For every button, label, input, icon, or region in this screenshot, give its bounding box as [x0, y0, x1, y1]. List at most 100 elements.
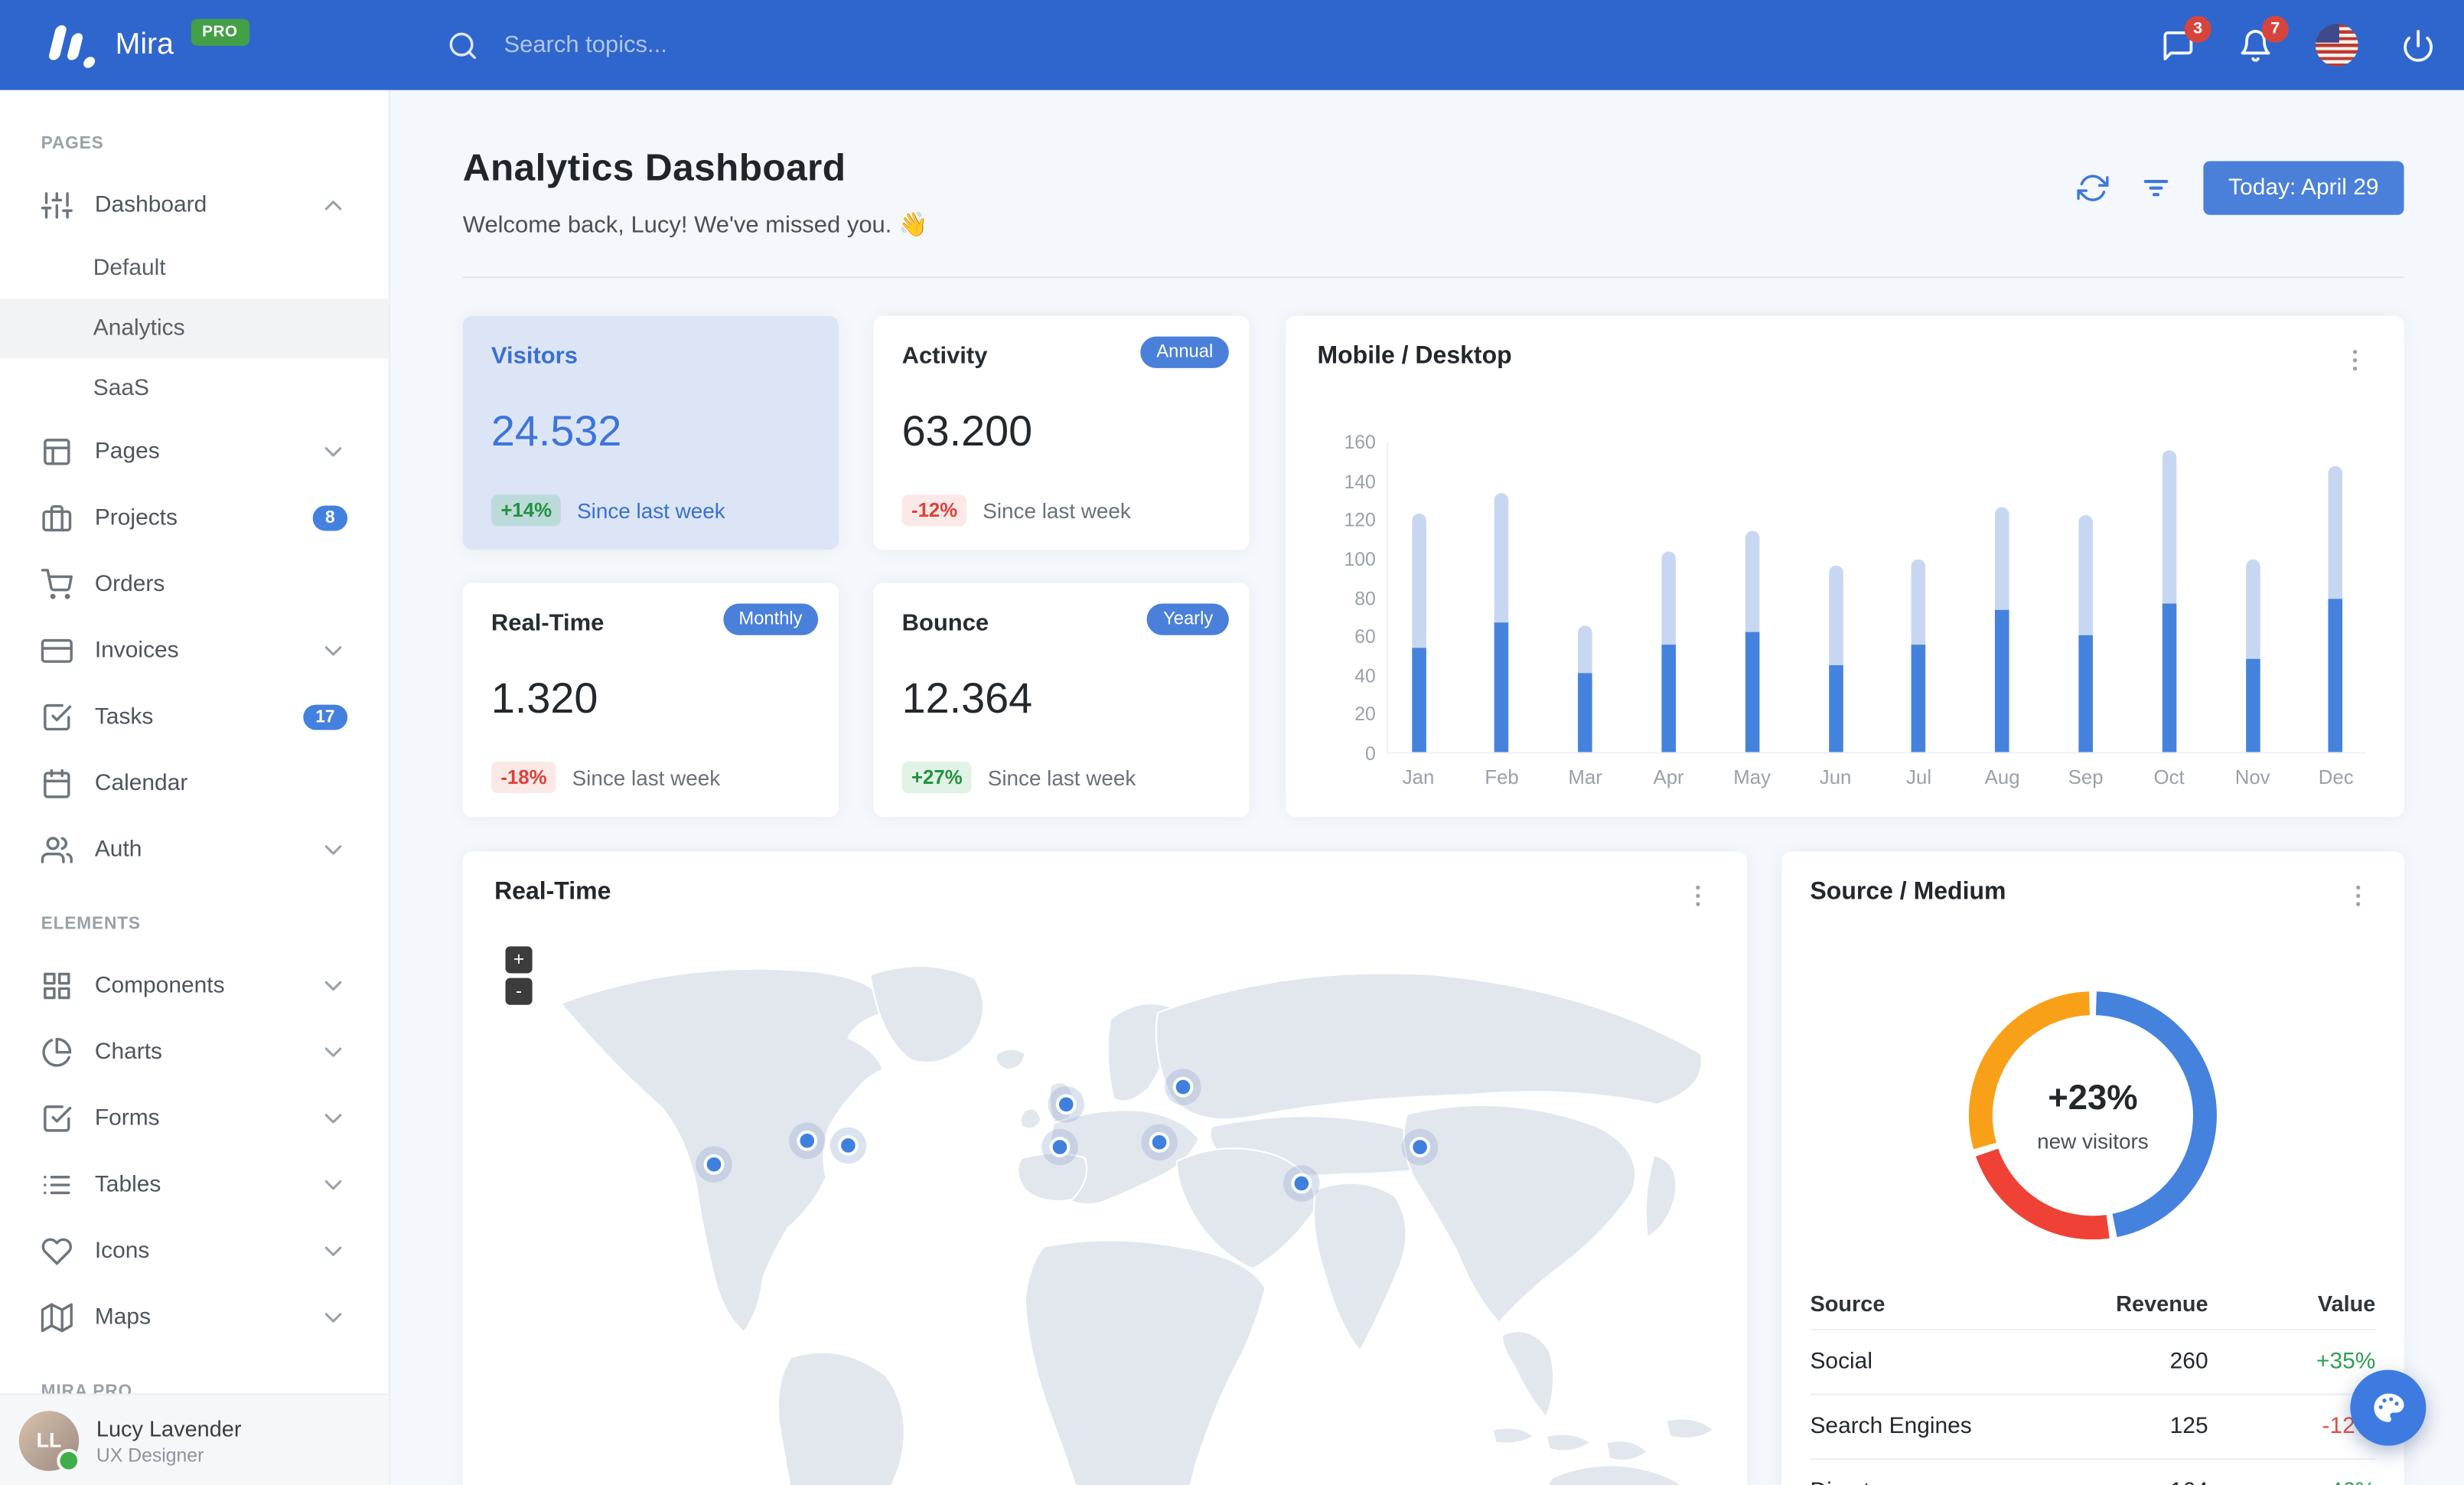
x-axis-label: Mar [1568, 766, 1602, 788]
sidebar-user-footer[interactable]: LL Lucy Lavender UX Designer [0, 1393, 389, 1485]
y-axis-tick: 20 [1354, 703, 1376, 726]
sidebar-item-invoices[interactable]: Invoices [0, 618, 389, 684]
sidebar-item-pages[interactable]: Pages [0, 419, 389, 485]
stat-note: Since last week [577, 498, 725, 523]
sidebar-count-badge: 8 [312, 505, 348, 531]
stacked-bar [1411, 512, 1426, 752]
y-axis-tick: 160 [1344, 431, 1376, 454]
sidebar-section-label: PAGES [41, 134, 104, 154]
x-axis-label: Jan [1402, 766, 1435, 788]
user-avatar[interactable]: LL [18, 1410, 81, 1472]
stacked-bar [2329, 465, 2343, 752]
us-flag-language-button[interactable] [2315, 23, 2358, 67]
sidebar: PAGES Dashboard Default Analytics SaaS Pages P… [0, 90, 390, 1485]
sidebar-subitem-analytics[interactable]: Analytics [0, 299, 389, 359]
col-source: Source [1810, 1291, 1885, 1317]
refresh-icon [2077, 175, 2109, 201]
header-divider [462, 276, 2404, 279]
map-card-title: Real-Time [494, 878, 611, 906]
stat-period-chip[interactable]: Monthly [722, 603, 819, 635]
chevron-down-icon [324, 447, 342, 457]
sidebar-item-forms[interactable]: Forms [0, 1085, 389, 1152]
sidebar-item-label: Icons [94, 1239, 150, 1265]
stacked-bar [1745, 530, 1759, 752]
stat-note: Since last week [987, 765, 1136, 790]
date-range-button[interactable]: Today: April 29 [2203, 161, 2404, 215]
notifications-button[interactable]: 7 [2238, 15, 2289, 62]
stat-period-chip[interactable]: Annual [1140, 336, 1229, 368]
sidebar-item-label: Charts [94, 1040, 163, 1066]
notifications-count-badge: 7 [2261, 15, 2289, 42]
chart-menu-button[interactable] [2338, 343, 2372, 377]
messages-button[interactable]: 3 [2161, 15, 2211, 62]
map-menu-button[interactable] [1680, 879, 1715, 913]
stat-value: 1.320 [491, 674, 598, 723]
stat-delta-badge: -12% [901, 494, 967, 527]
stacked-bar [2078, 514, 2093, 752]
sidebar-item-maps[interactable]: Maps [0, 1284, 389, 1351]
stat-card-bounce: Bounce Yearly 12.364 +27% Since last wee… [873, 583, 1250, 818]
theme-settings-fab[interactable] [2350, 1369, 2427, 1446]
source-cell: Search Engines [1810, 1414, 1972, 1440]
map-zoom-in-button[interactable]: + [505, 946, 533, 974]
sidebar-item-orders[interactable]: Orders [0, 551, 389, 618]
source-menu-button[interactable] [2341, 879, 2375, 913]
sidebar-section-label: ELEMENTS [41, 915, 141, 934]
sidebar-item-label: Invoices [94, 638, 179, 664]
world-map [559, 965, 1716, 1485]
user-role: UX Designer [96, 1443, 204, 1466]
sidebar-item-icons[interactable]: Icons [0, 1218, 389, 1284]
stat-title: Visitors [491, 342, 578, 370]
more-vertical-icon [2352, 350, 2358, 371]
sign-out-button[interactable] [2400, 28, 2435, 62]
sidebar-nav: PAGES Dashboard Default Analytics SaaS Pages P… [0, 90, 389, 1421]
chevron-up-icon [324, 201, 342, 211]
sidebar-item-calendar[interactable]: Calendar [0, 750, 389, 817]
users-icon [41, 837, 73, 863]
sidebar-subitem-default[interactable]: Default [0, 239, 389, 299]
pro-badge: PRO [191, 18, 249, 46]
stacked-bar [2162, 450, 2176, 752]
map-zoom-out-button[interactable]: - [505, 977, 533, 1005]
x-axis-label: Apr [1653, 766, 1684, 788]
check-square-icon [44, 1105, 72, 1132]
page-title: Analytics Dashboard [462, 146, 846, 190]
briefcase-icon [42, 504, 72, 532]
y-axis-tick: 80 [1354, 586, 1376, 609]
stacked-bar [1661, 551, 1676, 752]
map-marker [1055, 1094, 1077, 1115]
y-axis-tick: 40 [1354, 664, 1376, 687]
top-navbar: Mira PRO 3 7 [0, 0, 2464, 90]
x-axis-label: Feb [1485, 766, 1519, 788]
y-axis-tick: 60 [1354, 625, 1376, 648]
stat-footer: -12% Since last week [901, 494, 1131, 527]
sidebar-item-dashboard[interactable]: Dashboard [0, 172, 389, 239]
page-header: Analytics Dashboard Welcome back, Lucy! … [463, 147, 2404, 239]
filter-button[interactable] [2140, 172, 2172, 204]
map-marker [838, 1135, 859, 1156]
shopping-cart-icon [41, 569, 73, 599]
sidebar-item-auth[interactable]: Auth [0, 817, 389, 883]
x-axis-label: Jul [1906, 766, 1932, 788]
sidebar-item-projects[interactable]: Projects 8 [0, 485, 389, 552]
map-marker [1172, 1076, 1194, 1098]
search-input[interactable] [500, 30, 880, 60]
sidebar-subitem-saas[interactable]: SaaS [0, 359, 389, 419]
stat-value: 12.364 [901, 674, 1033, 723]
source-card-title: Source / Medium [1810, 878, 2006, 906]
refresh-button[interactable] [2077, 172, 2109, 204]
donut-sublabel: new visitors [2037, 1129, 2149, 1154]
check-square-icon [44, 703, 72, 731]
y-axis-tick: 100 [1344, 547, 1376, 570]
brand[interactable]: Mira PRO [0, 18, 390, 69]
sidebar-item-components[interactable]: Components [0, 953, 389, 1020]
stacked-bar [1494, 493, 1509, 752]
sidebar-item-label: Pages [94, 439, 160, 465]
sidebar-item-tables[interactable]: Tables [0, 1152, 389, 1219]
stat-delta-badge: +14% [491, 494, 562, 527]
sidebar-item-tasks[interactable]: Tasks 17 [0, 684, 389, 751]
realtime-map-card: Real-Time + - [462, 851, 1747, 1485]
mira-logo-icon [41, 21, 98, 69]
stat-period-chip[interactable]: Yearly [1147, 603, 1229, 635]
sidebar-item-charts[interactable]: Charts [0, 1019, 389, 1085]
